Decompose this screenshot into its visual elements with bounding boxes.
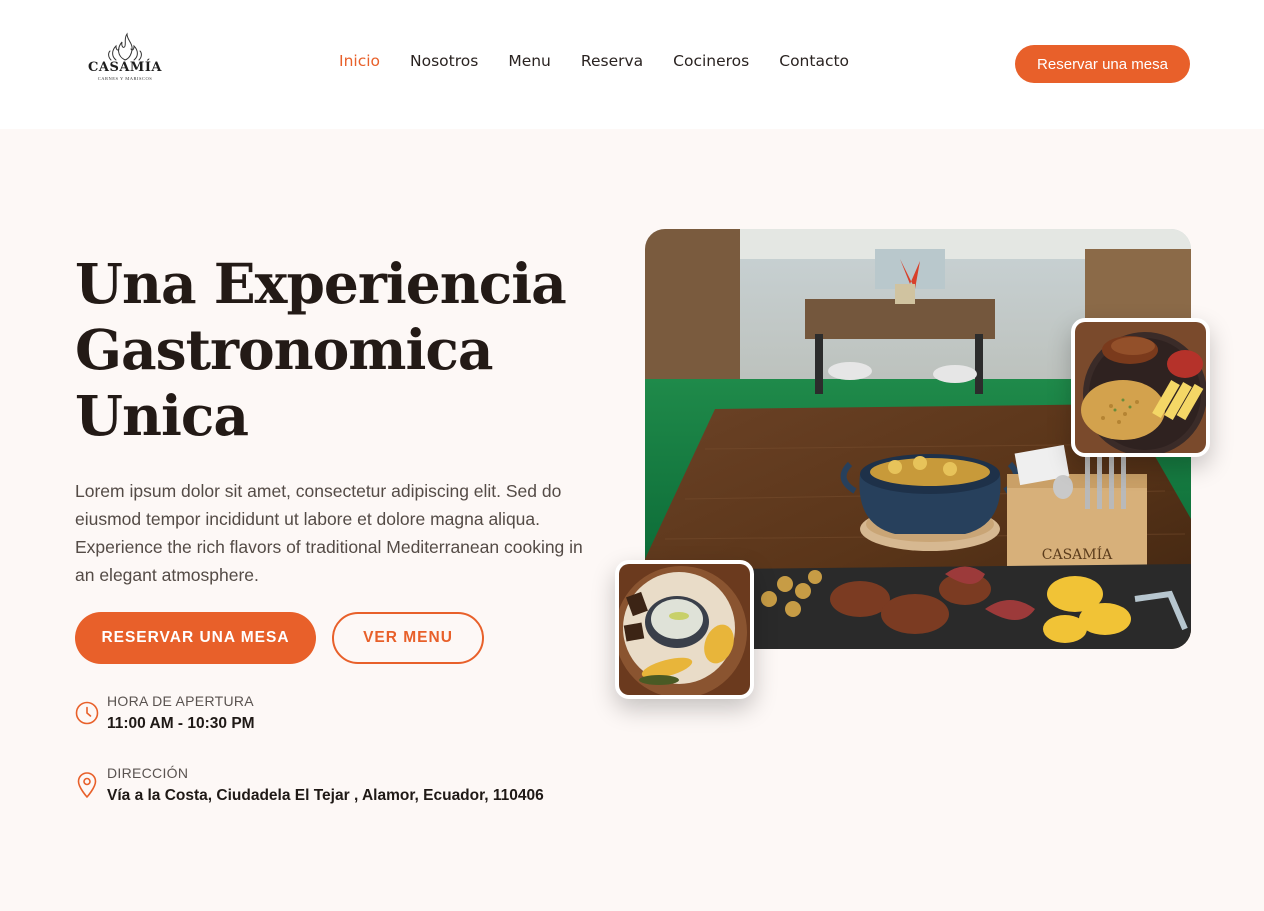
- main-nav: Inicio Nosotros Menu Reserva Cocineros C…: [339, 52, 849, 70]
- nav-item-reserva[interactable]: Reserva: [581, 52, 643, 70]
- clock-icon: [75, 701, 99, 725]
- opening-hours-label: HORA DE APERTURA: [107, 693, 254, 709]
- brand-name: CASAMÍA: [88, 60, 162, 75]
- hero-title-line-2: Gastronomica: [75, 317, 494, 382]
- view-menu-button[interactable]: VER MENU: [332, 612, 484, 664]
- soup-dish-image: [619, 564, 750, 695]
- dish-photo-soup: [615, 560, 754, 699]
- rice-dish-image: [1075, 322, 1206, 453]
- svg-text:CASAMÍA: CASAMÍA: [1042, 545, 1113, 563]
- nav-item-cocineros[interactable]: Cocineros: [673, 52, 749, 70]
- reserve-table-button[interactable]: RESERVAR UNA MESA: [75, 612, 316, 664]
- dish-photo-rice: [1071, 318, 1210, 457]
- brand-tagline: CARNES Y MARISCOS: [97, 76, 153, 81]
- hero-title-line-3: Unica: [75, 383, 249, 448]
- nav-item-contacto[interactable]: Contacto: [779, 52, 849, 70]
- nav-item-menu[interactable]: Menu: [508, 52, 551, 70]
- nav-item-inicio[interactable]: Inicio: [339, 52, 380, 70]
- brand-logo[interactable]: CASAMÍA CARNES Y MARISCOS: [86, 32, 164, 94]
- address-label: DIRECCIÓN: [107, 765, 189, 781]
- nav-item-nosotros[interactable]: Nosotros: [410, 52, 478, 70]
- flame-logo-icon: [108, 32, 142, 61]
- header-reserve-button[interactable]: Reservar una mesa: [1015, 45, 1190, 83]
- hero-description: Lorem ipsum dolor sit amet, consectetur …: [75, 481, 583, 585]
- opening-hours-value: 11:00 AM - 10:30 PM: [107, 715, 255, 732]
- site-header: CASAMÍA CARNES Y MARISCOS Inicio Nosotro…: [0, 0, 1264, 129]
- location-pin-icon: [77, 772, 97, 798]
- address-value: Vía a la Costa, Ciudadela El Tejar , Ala…: [107, 787, 544, 804]
- hero-title: Una Experiencia Gastronomica Unica: [75, 251, 595, 449]
- hero-title-line-1: Una Experiencia: [75, 251, 567, 316]
